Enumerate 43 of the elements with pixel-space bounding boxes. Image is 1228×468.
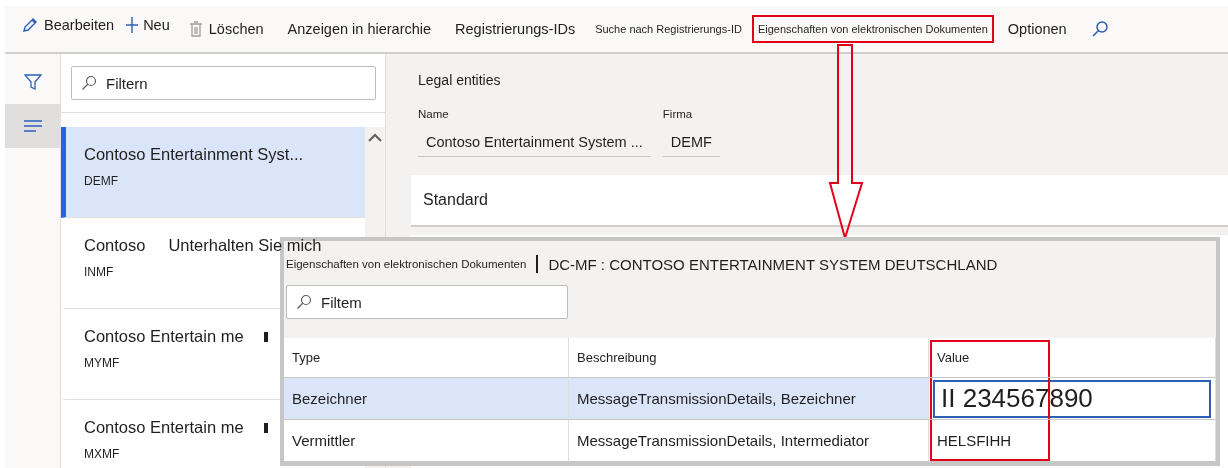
pencil-icon xyxy=(21,16,39,34)
list-item[interactable]: Contoso Entertainment Syst... DEMF xyxy=(61,127,366,218)
section-title: Standard xyxy=(423,191,488,209)
entity-name: Contoso Entertain me xyxy=(84,327,244,346)
table-cell: HELSFIHH xyxy=(929,420,1216,462)
entity-code: MXMF xyxy=(84,447,120,461)
table-cell: Vermittler xyxy=(284,420,569,462)
field-label: Name xyxy=(418,108,450,120)
toolbar-button[interactable]: Optionen xyxy=(997,13,1077,45)
list-view-button[interactable] xyxy=(5,104,60,148)
filter-field[interactable]: Filtem xyxy=(286,285,568,319)
entity-code: INMF xyxy=(84,265,114,279)
field-value[interactable]: DEMF xyxy=(662,128,720,157)
record-title: DC-MF : CONTOSO ENTERTAINMENT SYSTEM DEUTSCHLAND xyxy=(548,255,998,273)
table-cell: Bezeichner xyxy=(284,378,569,420)
entity-code: MYMF xyxy=(84,356,120,370)
entity-name: Contoso Entertainment Syst... xyxy=(84,145,304,164)
field-value[interactable]: Contoso Entertainment System ... xyxy=(418,128,651,157)
table-cell: MessageTransmissionDetails, Intermediator xyxy=(569,420,929,462)
entity-name: Contoso Entertain me xyxy=(84,418,244,437)
section-title: Legal entities xyxy=(418,72,502,88)
toolbar-button[interactable]: Neu xyxy=(122,12,174,38)
filter-icon xyxy=(23,73,42,91)
section-header[interactable]: Standard xyxy=(411,175,1228,227)
toolbar-button[interactable]: Suche nach Registrierungs-ID xyxy=(589,15,748,43)
search-icon xyxy=(81,75,97,91)
toolbar-button[interactable]: Registrierungs-IDs xyxy=(445,13,586,45)
toolbar-button[interactable]: Anzeigen in hierarchie xyxy=(277,13,442,45)
entity-name: Contoso Unterhalten Sie mich xyxy=(84,236,322,255)
search-icon xyxy=(296,294,312,310)
column-header[interactable]: Value xyxy=(929,338,1216,378)
field-label: Firma xyxy=(662,108,694,120)
list-icon xyxy=(22,119,43,133)
filter-field[interactable]: Filtern xyxy=(71,66,376,100)
chevron-up-icon xyxy=(368,133,383,142)
toolbar-button[interactable]: Bearbeiten xyxy=(17,12,119,38)
plus-icon xyxy=(126,16,139,34)
entity-code: DEMF xyxy=(84,174,118,188)
toolbar-button[interactable]: Eigenschaften von elektronischen Dokumenten xyxy=(751,15,994,43)
table-cell: MessageTransmissionDetails, Bezeichner xyxy=(569,378,929,420)
trash-icon xyxy=(187,20,204,38)
toolbar-button[interactable]: Löschen xyxy=(177,12,274,46)
search-icon xyxy=(1090,20,1109,38)
